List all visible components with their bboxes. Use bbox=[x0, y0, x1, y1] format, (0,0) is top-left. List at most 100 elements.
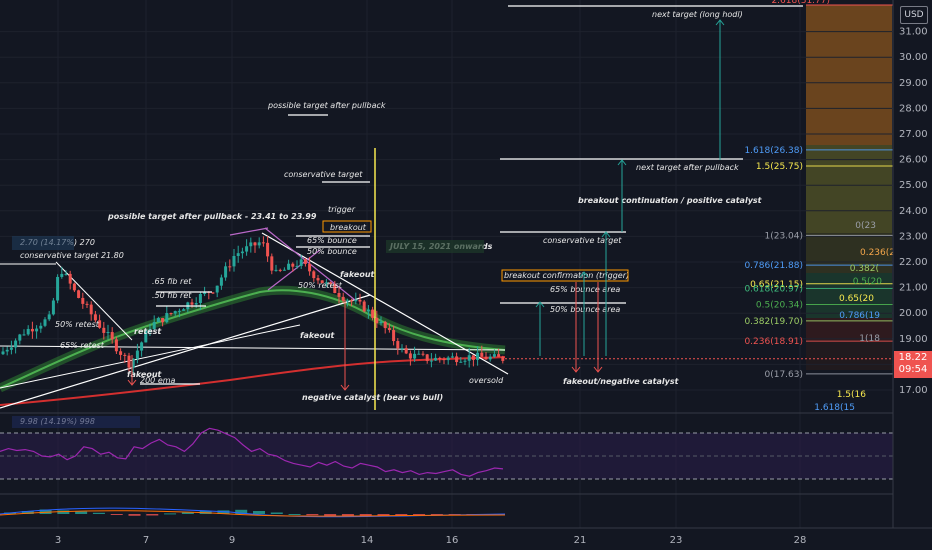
annotation-text: conservative target bbox=[284, 170, 363, 179]
candle-body bbox=[354, 299, 358, 302]
bar-countdown: 09:54 bbox=[898, 364, 928, 375]
candle-body bbox=[182, 309, 186, 311]
candle-body bbox=[81, 297, 85, 304]
candle-body bbox=[198, 294, 202, 304]
candle-body bbox=[9, 347, 13, 350]
price-tick-label: 24.00 bbox=[899, 206, 928, 217]
annotation-text: .65 fib ret bbox=[152, 277, 192, 286]
price-tick-label: 27.00 bbox=[899, 129, 928, 140]
candle bbox=[165, 306, 169, 324]
annotation-text: 50% retest bbox=[55, 320, 100, 329]
candle bbox=[450, 352, 454, 359]
macd-bar bbox=[288, 514, 301, 515]
candle-body bbox=[278, 269, 282, 271]
fib-label-right: 1.5(16 bbox=[837, 390, 867, 400]
candle-body bbox=[169, 313, 173, 315]
candle bbox=[425, 353, 429, 364]
candle bbox=[253, 241, 257, 253]
candle-body bbox=[421, 353, 425, 355]
candle-body bbox=[358, 299, 362, 302]
candle bbox=[77, 289, 81, 299]
candle-body bbox=[476, 352, 480, 360]
annotation-text: next target after pullback bbox=[636, 163, 739, 172]
fib-label: 0.5(20.34) bbox=[756, 300, 803, 310]
candle-body bbox=[30, 328, 34, 332]
time-tick-label: 16 bbox=[446, 535, 459, 546]
candle-body bbox=[245, 246, 249, 252]
candle-body bbox=[442, 358, 446, 361]
price-axis: 17.0018.0019.0020.0021.0022.0023.0024.00… bbox=[892, 0, 932, 550]
candle-body bbox=[282, 269, 286, 271]
candle-body bbox=[173, 311, 177, 314]
candle-body bbox=[417, 353, 421, 355]
candle-body bbox=[215, 285, 219, 293]
candle-body bbox=[165, 313, 169, 323]
candle-body bbox=[1, 351, 5, 355]
fib-label-right: 2.618(31.77) bbox=[771, 0, 830, 6]
fib-label-right: 0.5(20 bbox=[853, 277, 883, 287]
candle-body bbox=[211, 292, 215, 294]
time-tick-label: 7 bbox=[143, 535, 149, 546]
candle-body bbox=[190, 302, 194, 305]
candle bbox=[1, 347, 5, 356]
candle-body bbox=[463, 360, 467, 362]
candle bbox=[228, 259, 232, 272]
candle bbox=[240, 247, 244, 259]
currency-badge[interactable]: USD bbox=[900, 6, 928, 24]
candle bbox=[18, 333, 22, 345]
annotation-text: fakeout bbox=[300, 331, 336, 340]
candle-body bbox=[161, 318, 165, 323]
macd-bar bbox=[253, 511, 265, 514]
candle bbox=[9, 340, 13, 355]
annotation-text: 50% bounce area bbox=[550, 305, 620, 314]
annotation-text: conservative target 21.80 bbox=[20, 251, 124, 260]
candle-body bbox=[43, 319, 47, 326]
candle bbox=[14, 338, 18, 354]
candle bbox=[274, 264, 278, 272]
candle-body bbox=[375, 317, 379, 324]
moving-averages bbox=[0, 148, 509, 410]
candle bbox=[51, 297, 55, 316]
candle bbox=[362, 299, 366, 313]
candle bbox=[85, 301, 89, 308]
candle bbox=[215, 285, 219, 298]
candle bbox=[5, 346, 9, 356]
fib-label: 0(17.63) bbox=[764, 370, 803, 380]
candle-body bbox=[135, 350, 139, 359]
annotation-text: 50% retest bbox=[298, 281, 343, 290]
candle-body bbox=[5, 349, 9, 352]
candle-body bbox=[429, 360, 433, 362]
candle-body bbox=[68, 273, 72, 284]
annotation-text: retest bbox=[134, 327, 162, 336]
candle-body bbox=[488, 356, 492, 360]
candle bbox=[35, 325, 39, 339]
candle-body bbox=[450, 356, 454, 358]
price-tick-label: 22.00 bbox=[899, 257, 928, 268]
candle-body bbox=[274, 269, 278, 271]
candle-body bbox=[467, 355, 471, 361]
fib-label: 0.618(20.97) bbox=[744, 284, 803, 294]
candle-body bbox=[371, 309, 375, 318]
price-tick-label: 29.00 bbox=[899, 78, 928, 89]
annotation-text: 65% bounce area bbox=[550, 285, 620, 294]
candle-body bbox=[47, 314, 51, 320]
candle-body bbox=[337, 293, 341, 297]
time-tick-label: 3 bbox=[55, 535, 61, 546]
macd-bar bbox=[110, 514, 123, 515]
macd-panel: 0.00 bbox=[0, 493, 921, 520]
candle bbox=[89, 301, 93, 321]
candle bbox=[455, 352, 459, 366]
annotation-text: breakout confirmation (trigger) bbox=[504, 271, 629, 280]
price-tick-label: 28.00 bbox=[899, 103, 928, 114]
candle bbox=[39, 322, 43, 333]
candle-body bbox=[425, 354, 429, 362]
candle-body bbox=[240, 251, 244, 254]
candle bbox=[404, 345, 408, 355]
price-tick-label: 25.00 bbox=[899, 180, 928, 191]
fib-label: 1(23.04) bbox=[764, 231, 803, 241]
candle-body bbox=[303, 259, 307, 264]
candle-body bbox=[345, 300, 349, 302]
candle-body bbox=[455, 356, 459, 363]
fib-label-right: 0.65(20 bbox=[839, 294, 874, 304]
candle bbox=[299, 254, 303, 269]
